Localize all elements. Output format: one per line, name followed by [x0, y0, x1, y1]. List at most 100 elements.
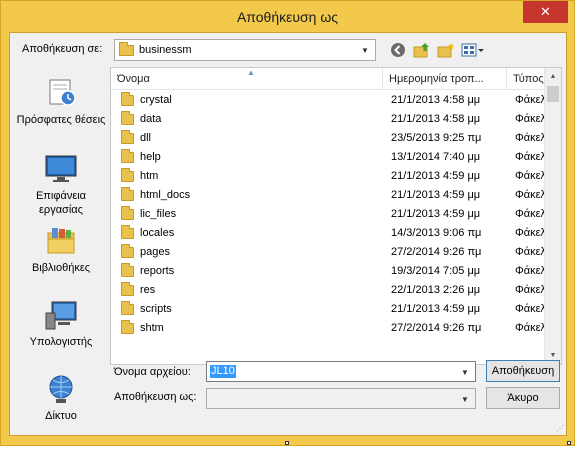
item-date: 27/2/2014 9:26 πμ	[391, 322, 482, 334]
folder-icon	[121, 244, 134, 258]
place-label: Δίκτυο	[45, 410, 77, 422]
close-button[interactable]: ✕	[523, 1, 568, 23]
item-name: pages	[140, 246, 170, 258]
column-header-name[interactable]: Όνομα ▲	[111, 68, 383, 90]
item-name: htm	[140, 170, 159, 182]
place-libraries[interactable]: Βιβλιοθήκες	[16, 225, 106, 275]
selection-handle[interactable]	[567, 441, 571, 445]
title-bar[interactable]: Αποθήκευση ως ✕	[1, 1, 574, 33]
chevron-down-icon[interactable]: ▼	[457, 390, 473, 408]
place-computer[interactable]: Υπολογιστής	[16, 299, 106, 349]
up-folder-icon	[413, 43, 429, 58]
filetype-label: Αποθήκευση ως:	[114, 391, 197, 403]
folder-icon	[121, 92, 134, 106]
place-label: Βιβλιοθήκες	[31, 262, 91, 274]
list-item[interactable]: pages27/2/2014 9:26 πμΦάκελος	[111, 243, 551, 262]
list-item[interactable]: html_docs21/1/2013 4:59 μμΦάκελος	[111, 186, 551, 205]
scroll-up-icon[interactable]: ▲	[545, 68, 561, 85]
item-date: 19/3/2014 7:05 μμ	[391, 265, 481, 277]
item-date: 22/1/2013 2:26 μμ	[391, 284, 481, 296]
scroll-thumb[interactable]	[547, 86, 559, 102]
recent-places-icon	[44, 77, 78, 109]
vertical-scrollbar[interactable]: ▲ ▼	[544, 68, 561, 364]
filetype-dropdown[interactable]: ▼	[206, 388, 476, 409]
folder-icon	[121, 130, 134, 144]
toolbar	[388, 40, 486, 60]
column-header-date[interactable]: Ημερομηνία τροπ...	[383, 68, 507, 90]
file-list[interactable]: Όνομα ▲ Ημερομηνία τροπ... Τύπος crystal…	[110, 67, 562, 365]
filename-input[interactable]: JL10 ▼	[206, 361, 476, 382]
list-item[interactable]: shtm27/2/2014 9:26 πμΦάκελος	[111, 319, 551, 338]
cancel-button[interactable]: Άκυρο	[486, 387, 560, 409]
folder-icon	[121, 168, 134, 182]
item-date: 21/1/2013 4:59 μμ	[391, 170, 481, 182]
list-item[interactable]: scripts21/1/2013 4:59 μμΦάκελος	[111, 300, 551, 319]
item-name: html_docs	[140, 189, 191, 201]
save-button[interactable]: Αποθήκευση	[486, 360, 560, 382]
item-name: help	[140, 151, 161, 163]
item-date: 21/1/2013 4:58 μμ	[391, 94, 481, 106]
list-item[interactable]: htm21/1/2013 4:59 μμΦάκελος	[111, 167, 551, 186]
list-rows: crystal21/1/2013 4:58 μμΦάκελος data21/1…	[111, 91, 551, 338]
item-name: reports	[140, 265, 175, 277]
place-recent[interactable]: Πρόσφατες θέσεις	[16, 77, 106, 127]
save-in-dropdown[interactable]: businessm ▼	[114, 39, 376, 61]
libraries-icon	[44, 225, 78, 257]
selection-handle[interactable]	[285, 441, 289, 445]
item-name: crystal	[140, 94, 172, 106]
item-name: dll	[140, 132, 152, 144]
item-name: lic_files	[140, 208, 177, 220]
folder-icon	[121, 301, 134, 315]
list-item[interactable]: lic_files21/1/2013 4:59 μμΦάκελος	[111, 205, 551, 224]
folder-icon	[121, 225, 134, 239]
item-name: scripts	[140, 303, 172, 315]
view-menu-button[interactable]	[460, 40, 486, 60]
list-item[interactable]: crystal21/1/2013 4:58 μμΦάκελος	[111, 91, 551, 110]
list-item[interactable]: reports19/3/2014 7:05 μμΦάκελος	[111, 262, 551, 281]
item-date: 27/2/2014 9:26 πμ	[391, 246, 482, 258]
place-label: Πρόσφατες θέσεις	[16, 114, 106, 126]
filename-value: JL10	[210, 365, 236, 378]
folder-icon	[119, 41, 134, 56]
resize-grip-icon[interactable]: ⋰	[556, 424, 564, 433]
list-item[interactable]: help13/1/2014 7:40 μμΦάκελος	[111, 148, 551, 167]
filename-label: Όνομα αρχείου:	[114, 366, 191, 378]
place-network[interactable]: Δίκτυο	[16, 373, 106, 423]
up-folder-button[interactable]	[412, 40, 432, 60]
item-name: data	[140, 113, 162, 125]
back-button[interactable]	[388, 40, 408, 60]
computer-icon	[44, 299, 78, 331]
dialog-client-area: Αποθήκευση σε: businessm ▼ Πρόσφατες θέσ…	[9, 32, 567, 436]
new-folder-button[interactable]	[436, 40, 456, 60]
item-date: 21/1/2013 4:59 μμ	[391, 189, 481, 201]
item-name: shtm	[140, 322, 164, 334]
place-label: Υπολογιστής	[29, 336, 93, 348]
folder-icon	[121, 263, 134, 277]
folder-icon	[121, 149, 134, 163]
chevron-down-icon[interactable]: ▼	[457, 363, 473, 381]
folder-icon	[121, 320, 134, 334]
folder-icon	[121, 187, 134, 201]
folder-icon	[121, 206, 134, 220]
item-date: 21/1/2013 4:59 μμ	[391, 303, 481, 315]
item-date: 21/1/2013 4:59 μμ	[391, 208, 481, 220]
list-item[interactable]: data21/1/2013 4:58 μμΦάκελος	[111, 110, 551, 129]
item-date: 14/3/2013 9:06 πμ	[391, 227, 482, 239]
list-item[interactable]: locales14/3/2013 9:06 πμΦάκελος	[111, 224, 551, 243]
view-menu-icon	[461, 43, 484, 57]
folder-icon	[121, 282, 134, 296]
place-desktop[interactable]: Επιφάνεια εργασίας	[16, 153, 106, 217]
folder-icon	[121, 111, 134, 125]
dialog-title: Αποθήκευση ως	[236, 9, 339, 25]
sort-ascending-icon: ▲	[247, 68, 255, 77]
list-item[interactable]: dll23/5/2013 9:25 πμΦάκελος	[111, 129, 551, 148]
item-date: 23/5/2013 9:25 πμ	[391, 132, 482, 144]
list-item[interactable]: res22/1/2013 2:26 μμΦάκελος	[111, 281, 551, 300]
item-name: locales	[140, 227, 175, 239]
chevron-down-icon[interactable]: ▼	[357, 41, 373, 59]
place-label: Επιφάνεια εργασίας	[35, 190, 87, 216]
save-as-dialog: Αποθήκευση ως ✕ Αποθήκευση σε: businessm…	[0, 0, 575, 446]
new-folder-icon	[437, 43, 455, 58]
places-bar: Πρόσφατες θέσεις Επιφάνεια εργασίας Βιβλ…	[16, 67, 106, 431]
save-in-label: Αποθήκευση σε:	[22, 43, 103, 55]
